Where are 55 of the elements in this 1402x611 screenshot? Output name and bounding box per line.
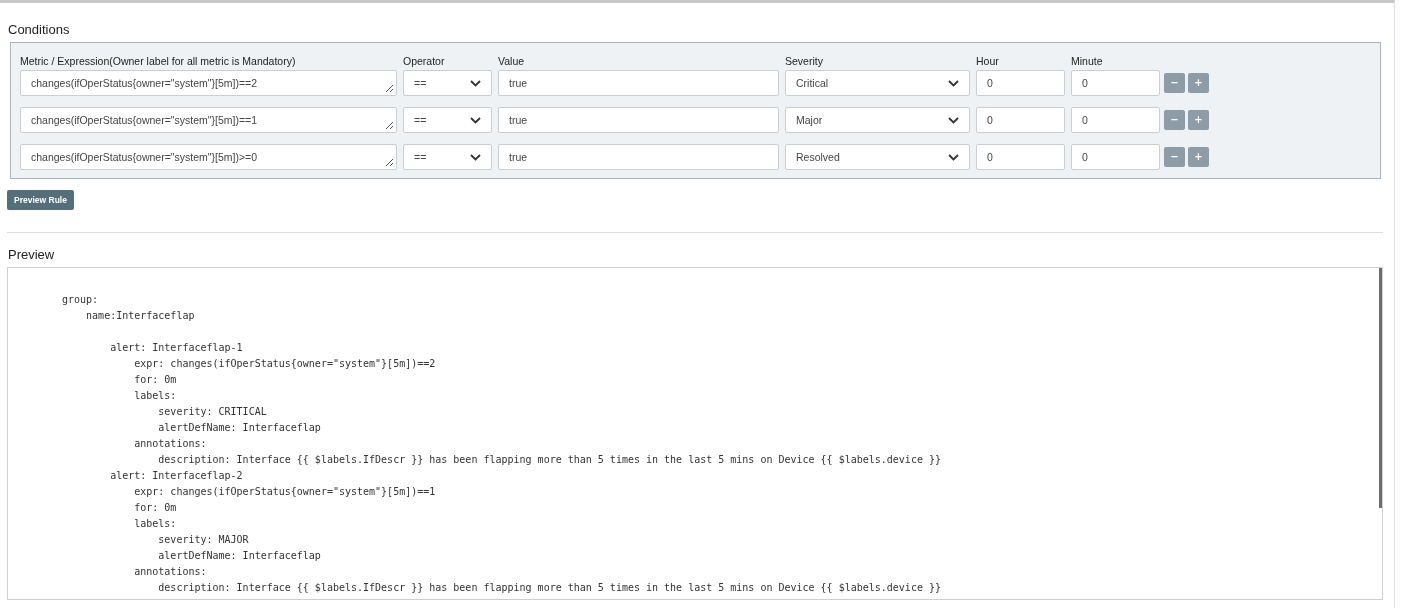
code-line: description: Interface {{ $labels.IfDescr }} has been flapping more than 5 times in the last 5 mins on Device {{ $labels.device }}: [157, 581, 941, 595]
section-title: Preview: [8, 247, 55, 262]
code-line: annotations:: [133, 437, 207, 451]
operator-select[interactable]: ==: [403, 70, 492, 96]
scrollbar-thumb[interactable]: [1379, 268, 1382, 508]
value-field[interactable]: true: [498, 70, 779, 96]
column-label: Severity: [785, 55, 823, 67]
expression-field[interactable]: changes(ifOperStatus{owner="system"}[5m])==1: [20, 107, 397, 133]
value-field[interactable]: true: [498, 107, 779, 133]
code-line: annotations:: [133, 565, 207, 579]
hour-field[interactable]: 0: [976, 70, 1065, 96]
code-line: alert: Interfaceflap-1: [109, 341, 243, 355]
minute-field[interactable]: 0: [1071, 144, 1160, 170]
resize-grip-icon: [385, 121, 394, 130]
chevron-down-icon: [948, 153, 959, 161]
expression-field[interactable]: changes(ifOperStatus{owner="system"}[5m])>=0: [20, 144, 397, 170]
hour-field[interactable]: 0: [976, 144, 1065, 170]
resize-grip-icon: [385, 158, 394, 167]
minute-field[interactable]: 0: [1071, 107, 1160, 133]
column-label: Metric / Expression(Owner label for all metric is Mandatory): [20, 55, 296, 67]
column-label: Value: [498, 55, 525, 67]
chevron-down-icon: [948, 116, 959, 124]
code-line: for: 0m: [133, 501, 177, 515]
severity-select[interactable]: Major: [785, 107, 970, 133]
code-line: expr: changes(ifOperStatus{owner="system"}[5m])==1: [133, 485, 436, 499]
code-line: labels:: [133, 389, 177, 403]
code-line: labels:: [133, 517, 177, 531]
code-line: severity: CRITICAL: [157, 405, 267, 419]
code-line: description: Interface {{ $labels.IfDescr }} has been flapping more than 5 times in the last 5 mins on Device {{ $labels.device }}: [157, 453, 941, 467]
severity-select[interactable]: Resolved: [785, 144, 970, 170]
section-title: Conditions: [8, 22, 70, 37]
code-line: alert: Interfaceflap-2: [109, 469, 243, 483]
code-line: severity: MAJOR: [157, 533, 249, 547]
severity-select[interactable]: Critical: [785, 70, 970, 96]
column-label: Minute: [1071, 55, 1103, 67]
code-line: name:Interfaceflap: [85, 309, 195, 323]
preview-rule-button[interactable]: Preview Rule: [7, 190, 74, 210]
column-label: Operator: [403, 55, 445, 67]
operator-select[interactable]: ==: [403, 144, 492, 170]
code-line: alertDefName: Interfaceflap: [157, 549, 321, 563]
resize-grip-icon: [385, 84, 394, 93]
column-label: Hour: [976, 55, 999, 67]
chevron-down-icon: [470, 153, 481, 161]
code-line: alertDefName: Interfaceflap: [157, 421, 321, 435]
chevron-down-icon: [948, 79, 959, 87]
chevron-down-icon: [470, 79, 481, 87]
hour-field[interactable]: 0: [976, 107, 1065, 133]
code-line: group:: [62, 293, 99, 307]
value-field[interactable]: true: [498, 144, 779, 170]
minute-field[interactable]: 0: [1071, 70, 1160, 96]
operator-select[interactable]: ==: [403, 107, 492, 133]
code-line: expr: changes(ifOperStatus{owner="system"}[5m])==2: [133, 357, 436, 371]
expression-field[interactable]: changes(ifOperStatus{owner="system"}[5m])==2: [20, 70, 397, 96]
code-line: for: 0m: [133, 373, 177, 387]
chevron-down-icon: [470, 116, 481, 124]
